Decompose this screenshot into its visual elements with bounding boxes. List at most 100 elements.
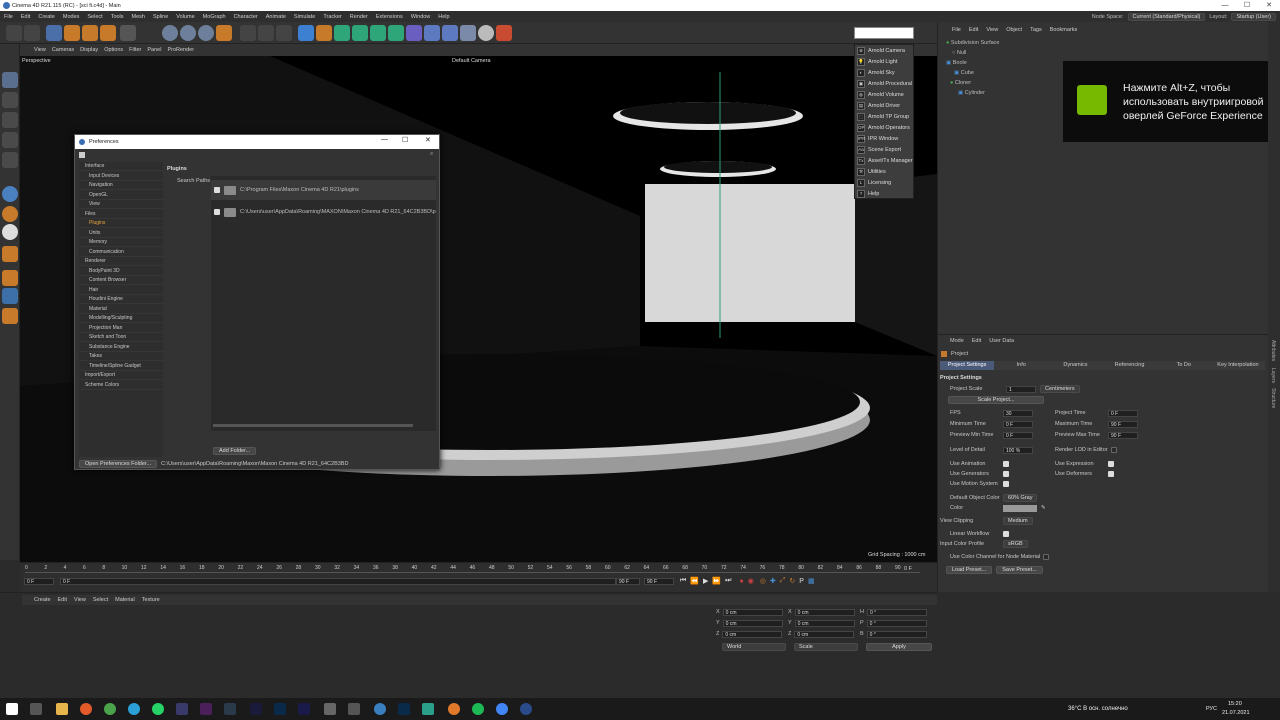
om-menu-edit[interactable]: Edit [969, 27, 978, 33]
snap-icon[interactable] [2, 206, 18, 222]
size-y-input[interactable]: 0 cm [794, 619, 855, 627]
menu-render[interactable]: Render [350, 14, 368, 20]
maximize-button[interactable]: ☐ [1236, 0, 1258, 11]
mat-menu-create[interactable]: Create [34, 597, 51, 603]
pref-nav-item[interactable]: Timeline/Spline Gadget [79, 362, 163, 371]
play-icon[interactable]: ▶ [703, 577, 708, 585]
timeline-ruler[interactable]: 0 2 4 6 8 10 12 14 16 18 20 22 24 26 28 30 32 34 36 38 40 42 4… [25, 563, 920, 573]
points-mode-icon[interactable] [2, 132, 18, 148]
vp-menu-filter[interactable]: Filter [129, 47, 141, 53]
linear-workflow-checkbox[interactable] [1003, 531, 1009, 537]
attr-menu-edit[interactable]: Edit [972, 338, 981, 344]
pref-nav-item[interactable]: Communication [79, 248, 163, 257]
pref-nav-item[interactable]: Substance Engine [79, 343, 163, 352]
pref-maximize-button[interactable]: ☐ [402, 136, 408, 144]
render-picture-viewer-icon[interactable] [258, 25, 274, 41]
go-to-start-icon[interactable]: ⏮ [680, 577, 686, 585]
scale-key-icon[interactable]: ⤢ [780, 577, 786, 585]
tab-layers[interactable]: Layers [1270, 368, 1276, 383]
licensing-item[interactable]: L Licensing [855, 177, 915, 188]
arnold-procedural-item[interactable]: ▣ Arnold Procedural [855, 78, 915, 89]
menu-help[interactable]: Help [438, 14, 449, 20]
position-key-icon[interactable]: ✚ [770, 577, 776, 585]
go-to-end-icon[interactable]: ⏭ [725, 577, 731, 585]
layout-dropdown[interactable]: Startup (User) [1231, 12, 1276, 21]
pla-key-icon[interactable]: ▦ [808, 577, 815, 585]
pref-nav-item[interactable]: OpenGL [79, 191, 163, 200]
rot-h-input[interactable]: 0 ° [866, 608, 927, 616]
units-dropdown[interactable]: Centimeters [1040, 385, 1080, 393]
preview-max-input[interactable]: 90 F [1108, 431, 1138, 439]
load-preset-button[interactable]: Load Preset... [946, 566, 993, 574]
pref-nav-item[interactable]: Input Devices [79, 172, 163, 181]
size-z-input[interactable]: 0 cm [794, 630, 855, 638]
browser-icon[interactable] [80, 703, 92, 715]
record-icon[interactable]: ● [739, 578, 743, 585]
scale-project-button[interactable]: Scale Project... [948, 396, 1044, 404]
add-folder-button[interactable]: Add Folder... [213, 447, 257, 455]
pref-nav-item[interactable]: Memory [79, 238, 163, 247]
tab-todo[interactable]: To Do [1157, 361, 1211, 370]
tweak-icon[interactable] [2, 246, 18, 262]
use-expression-checkbox[interactable] [1108, 461, 1114, 467]
rotate-tool-icon[interactable] [100, 25, 116, 41]
telegram-icon[interactable] [128, 703, 140, 715]
use-animation-checkbox[interactable] [1003, 461, 1009, 467]
next-key-icon[interactable]: ⏩ [712, 577, 721, 585]
chrome-icon[interactable] [104, 703, 116, 715]
project-time-input[interactable]: 0 F [1108, 409, 1138, 417]
menu-modes[interactable]: Modes [63, 14, 80, 20]
menu-tracker[interactable]: Tracker [323, 14, 341, 20]
pos-z-input[interactable]: 0 cm [722, 630, 783, 638]
language-indicator[interactable]: РУС [1206, 706, 1217, 712]
vp-menu-view[interactable]: View [34, 47, 46, 53]
photoshop-icon[interactable] [274, 703, 286, 715]
rot-b-input[interactable]: 0 ° [866, 630, 927, 638]
max-time-input[interactable]: 90 F [1108, 420, 1138, 428]
photoshop-icon[interactable] [398, 703, 410, 715]
array-generator-icon[interactable] [352, 25, 368, 41]
texture-mode-icon[interactable] [2, 112, 18, 128]
task-view-icon[interactable] [30, 703, 42, 715]
pref-nav-item[interactable]: Navigation [79, 181, 163, 190]
model-mode-icon[interactable] [2, 92, 18, 108]
color-swatch[interactable] [1003, 504, 1037, 512]
tab-info[interactable]: Info [994, 361, 1048, 370]
pen-spline-icon[interactable] [316, 25, 332, 41]
arnold-volume-item[interactable]: ◍ Arnold Volume [855, 89, 915, 100]
use-generators-checkbox[interactable] [1003, 471, 1009, 477]
vp-menu-panel[interactable]: Panel [147, 47, 161, 53]
pref-nav-item[interactable]: Modelling/Sculpting [79, 314, 163, 323]
pos-y-input[interactable]: 0 cm [722, 619, 783, 627]
pref-nav-item[interactable]: View [79, 200, 163, 209]
pref-nav-item[interactable]: Import/Export [79, 371, 163, 380]
pref-nav-item[interactable]: Plugins [79, 219, 163, 228]
preview-min-input[interactable]: 0 F [1003, 431, 1033, 439]
vp-menu-options[interactable]: Options [104, 47, 123, 53]
menu-mesh[interactable]: Mesh [132, 14, 145, 20]
param-key-icon[interactable]: P [799, 578, 804, 585]
menu-volume[interactable]: Volume [176, 14, 194, 20]
node-material-checkbox[interactable] [1043, 554, 1050, 560]
om-menu-tags[interactable]: Tags [1030, 27, 1042, 33]
open-prefs-folder-button[interactable]: Open Preferences Folder... [79, 460, 158, 468]
locked-workplane-icon[interactable] [2, 224, 18, 240]
utilities-item[interactable]: ⚒ Utilities [855, 166, 915, 177]
floor-icon[interactable] [442, 25, 458, 41]
close-button[interactable]: ✕ [1258, 0, 1280, 11]
light-icon[interactable] [478, 25, 494, 41]
app-icon[interactable] [422, 703, 434, 715]
menu-extensions[interactable]: Extensions [376, 14, 403, 20]
vp-menu-prorender[interactable]: ProRender [167, 47, 194, 53]
pref-nav-item[interactable]: Material [79, 305, 163, 314]
app-icon[interactable] [176, 703, 188, 715]
y-axis-icon[interactable] [180, 25, 196, 41]
pref-nav-item[interactable]: Sketch and Toon [79, 333, 163, 342]
node-space-dropdown[interactable]: Current (Standard/Physical) [1127, 12, 1206, 21]
tab-key-interpolation[interactable]: Key Interpolation [1211, 361, 1265, 370]
whatsapp-icon[interactable] [152, 703, 164, 715]
menu-create[interactable]: Create [38, 14, 55, 20]
mat-menu-view[interactable]: View [74, 597, 86, 603]
menu-simulate[interactable]: Simulate [294, 14, 315, 20]
make-editable-icon[interactable] [2, 72, 18, 88]
